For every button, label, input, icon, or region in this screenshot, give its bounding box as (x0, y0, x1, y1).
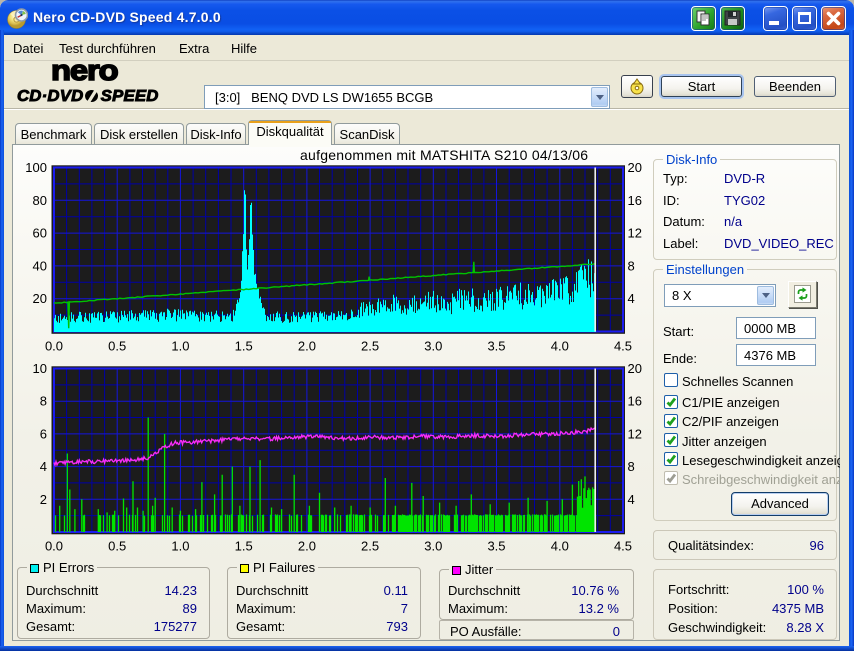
svg-text:8: 8 (628, 258, 635, 273)
svg-text:8: 8 (628, 459, 635, 474)
svg-text:0.5: 0.5 (108, 339, 126, 354)
svg-text:6: 6 (40, 426, 47, 441)
svg-text:12: 12 (628, 426, 642, 441)
svg-text:1.5: 1.5 (235, 339, 253, 354)
svg-text:2.0: 2.0 (298, 539, 316, 554)
svg-text:2.5: 2.5 (361, 339, 379, 354)
svg-text:3.5: 3.5 (487, 339, 505, 354)
svg-text:3.5: 3.5 (487, 539, 505, 554)
svg-text:4: 4 (628, 492, 635, 507)
svg-text:3.0: 3.0 (424, 539, 442, 554)
svg-text:1.5: 1.5 (235, 539, 253, 554)
svg-text:0.0: 0.0 (45, 539, 63, 554)
svg-text:3.0: 3.0 (424, 339, 442, 354)
svg-text:40: 40 (33, 258, 47, 273)
svg-text:4.5: 4.5 (614, 339, 632, 354)
svg-text:10: 10 (33, 361, 47, 376)
svg-text:8: 8 (40, 394, 47, 409)
svg-text:12: 12 (628, 226, 642, 241)
svg-text:4: 4 (628, 291, 635, 306)
svg-text:2: 2 (40, 492, 47, 507)
svg-text:1.0: 1.0 (171, 539, 189, 554)
svg-text:4.0: 4.0 (551, 339, 569, 354)
svg-text:4.0: 4.0 (551, 539, 569, 554)
svg-text:0.5: 0.5 (108, 539, 126, 554)
svg-text:16: 16 (628, 193, 642, 208)
svg-text:100: 100 (25, 160, 47, 175)
svg-text:0.0: 0.0 (45, 339, 63, 354)
svg-text:60: 60 (33, 226, 47, 241)
svg-text:4.5: 4.5 (614, 539, 632, 554)
svg-text:16: 16 (628, 394, 642, 409)
svg-text:4: 4 (40, 459, 47, 474)
svg-text:2.5: 2.5 (361, 539, 379, 554)
svg-text:20: 20 (628, 160, 642, 175)
svg-text:1.0: 1.0 (171, 339, 189, 354)
svg-text:20: 20 (628, 361, 642, 376)
svg-text:20: 20 (33, 291, 47, 306)
svg-text:2.0: 2.0 (298, 339, 316, 354)
svg-text:80: 80 (33, 193, 47, 208)
